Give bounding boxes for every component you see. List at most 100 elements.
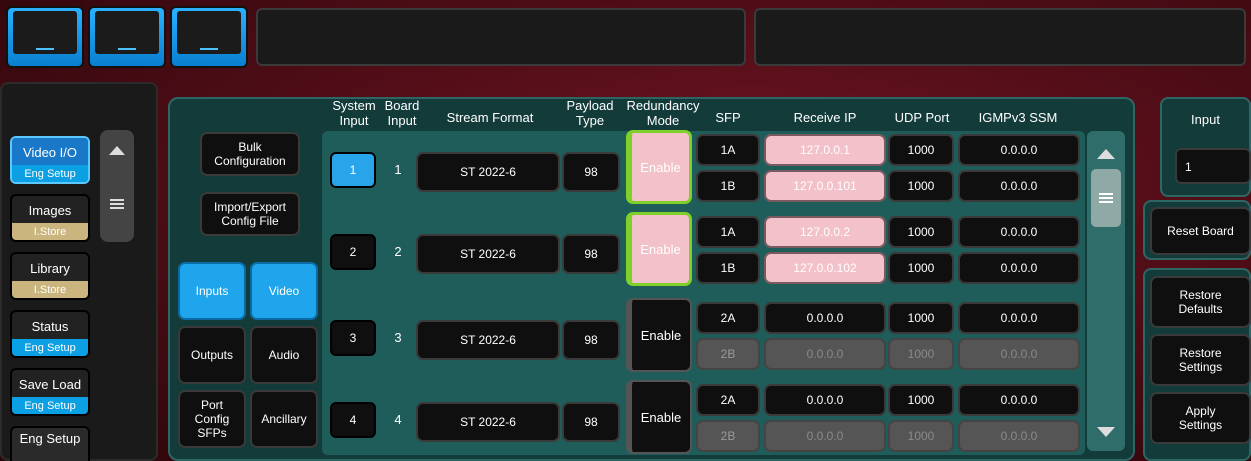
header-payload-type: Payload Type	[566, 98, 614, 128]
restore-defaults-button[interactable]: Restore Defaults	[1150, 276, 1251, 328]
payload-type-field[interactable]: 98	[562, 320, 620, 360]
thumbnail-indicator-line	[36, 48, 54, 50]
tab-ancillary[interactable]: Ancillary	[250, 390, 318, 448]
payload-type-field[interactable]: 98	[562, 402, 620, 442]
udp-port-field[interactable]: 1000	[888, 338, 954, 370]
udp-port-field[interactable]: 1000	[888, 420, 954, 452]
receive-ip-field[interactable]: 0.0.0.0	[764, 384, 886, 416]
nav-item-2[interactable]: Library I.Store	[10, 252, 90, 300]
system-input-button[interactable]: 1	[330, 152, 376, 188]
sfp-label: 1A	[696, 134, 760, 166]
top-thumbnail-button-3[interactable]	[170, 6, 248, 68]
thumbnail-indicator-line	[200, 48, 218, 50]
udp-port-field[interactable]: 1000	[888, 384, 954, 416]
udp-port-field[interactable]: 1000	[888, 216, 954, 248]
igmpv3-ssm-field[interactable]: 0.0.0.0	[958, 302, 1080, 334]
top-thumbnail-button-2[interactable]	[88, 6, 166, 68]
nav-item-label: Images	[28, 202, 72, 218]
nav-item-sublabel: Eng Setup	[12, 397, 88, 414]
stream-format-field[interactable]: ST 2022-6	[416, 152, 560, 192]
receive-ip-field[interactable]: 127.0.0.1	[764, 134, 886, 166]
receive-ip-field[interactable]: 0.0.0.0	[764, 420, 886, 452]
top-status-box-left	[256, 8, 746, 66]
bulk-configuration-button[interactable]: Bulk Configuration	[200, 132, 300, 176]
sfp-label: 1B	[696, 170, 760, 202]
board-input-value: 2	[394, 244, 402, 259]
nav-scroll-handle-icon[interactable]	[100, 190, 134, 218]
nav-item-label: Save Load	[18, 376, 82, 392]
import-export-config-button[interactable]: Import/Export Config File	[200, 192, 300, 236]
igmpv3-ssm-field[interactable]: 0.0.0.0	[958, 216, 1080, 248]
header-receive-ip: Receive IP	[793, 110, 857, 125]
nav-item-sublabel: I.Store	[12, 281, 88, 298]
igmpv3-ssm-field[interactable]: 0.0.0.0	[958, 252, 1080, 284]
stream-format-field[interactable]: ST 2022-6	[416, 402, 560, 442]
nav-item-label: Eng Setup	[12, 428, 88, 461]
apply-settings-button[interactable]: Apply Settings	[1150, 392, 1251, 444]
nav-scroll-up-icon[interactable]	[100, 136, 134, 164]
restore-settings-button[interactable]: Restore Settings	[1150, 334, 1251, 386]
nav-item-4[interactable]: Save Load Eng Setup	[10, 368, 90, 416]
receive-ip-field[interactable]: 127.0.0.2	[764, 216, 886, 248]
system-input-button[interactable]: 3	[330, 320, 376, 356]
redundancy-mode-toggle[interactable]: Enable	[626, 380, 692, 454]
table-scroll-up-icon[interactable]	[1087, 137, 1125, 171]
payload-type-field[interactable]: 98	[562, 152, 620, 192]
igmpv3-ssm-field[interactable]: 0.0.0.0	[958, 384, 1080, 416]
igmpv3-ssm-field[interactable]: 0.0.0.0	[958, 170, 1080, 202]
board-input-value: 4	[394, 412, 402, 427]
tab-port-config-sfps[interactable]: Port Config SFPs	[178, 390, 246, 448]
header-udp-port: UDP Port	[894, 110, 950, 125]
nav-scrollbar[interactable]	[100, 130, 134, 242]
tab-outputs[interactable]: Outputs	[178, 326, 246, 384]
nav-item-1[interactable]: Images I.Store	[10, 194, 90, 242]
nav-item-sublabel: Eng Setup	[12, 339, 88, 356]
top-thumbnail-button-1[interactable]	[6, 6, 84, 68]
nav-item-0[interactable]: Video I/O Eng Setup	[10, 136, 90, 184]
receive-ip-field[interactable]: 0.0.0.0	[764, 302, 886, 334]
nav-item-sublabel: Eng Setup	[12, 165, 88, 182]
udp-port-field[interactable]: 1000	[888, 170, 954, 202]
receive-ip-field[interactable]: 0.0.0.0	[764, 338, 886, 370]
udp-port-field[interactable]: 1000	[888, 252, 954, 284]
tab-video[interactable]: Video	[250, 262, 318, 320]
stream-format-field[interactable]: ST 2022-6	[416, 234, 560, 274]
sfp-label: 1A	[696, 216, 760, 248]
table-scroll-thumb[interactable]	[1091, 169, 1121, 227]
board-input-value: 1	[394, 162, 402, 177]
header-igmpv3-ssm: IGMPv3 SSM	[978, 110, 1058, 125]
system-input-button[interactable]: 2	[330, 234, 376, 270]
header-stream-format: Stream Format	[446, 110, 534, 125]
nav-item-sublabel: I.Store	[12, 223, 88, 240]
igmpv3-ssm-field[interactable]: 0.0.0.0	[958, 134, 1080, 166]
header-system-input: System Input	[332, 98, 376, 128]
receive-ip-field[interactable]: 127.0.0.101	[764, 170, 886, 202]
nav-item-label: Status	[31, 318, 69, 334]
nav-item-5[interactable]: Eng Setup	[10, 426, 90, 461]
input-value-field[interactable]: 1	[1175, 148, 1251, 184]
tab-inputs[interactable]: Inputs	[178, 262, 246, 320]
thumbnail-indicator-line	[118, 48, 136, 50]
udp-port-field[interactable]: 1000	[888, 302, 954, 334]
stream-format-field[interactable]: ST 2022-6	[416, 320, 560, 360]
redundancy-mode-toggle[interactable]: Enable	[626, 298, 692, 372]
sfp-label: 2A	[696, 384, 760, 416]
table-scrollbar[interactable]	[1087, 131, 1125, 451]
system-input-button[interactable]: 4	[330, 402, 376, 438]
receive-ip-field[interactable]: 127.0.0.102	[764, 252, 886, 284]
udp-port-field[interactable]: 1000	[888, 134, 954, 166]
sfp-label: 2B	[696, 420, 760, 452]
igmpv3-ssm-field[interactable]: 0.0.0.0	[958, 420, 1080, 452]
redundancy-mode-toggle[interactable]: Enable	[626, 212, 692, 286]
reset-board-button[interactable]: Reset Board	[1150, 207, 1251, 255]
board-input-value: 3	[394, 330, 402, 345]
table-scroll-down-icon[interactable]	[1087, 415, 1125, 449]
redundancy-mode-toggle[interactable]: Enable	[626, 130, 692, 204]
sfp-label: 1B	[696, 252, 760, 284]
header-sfp: SFP	[715, 110, 741, 125]
igmpv3-ssm-field[interactable]: 0.0.0.0	[958, 338, 1080, 370]
nav-item-3[interactable]: Status Eng Setup	[10, 310, 90, 358]
payload-type-field[interactable]: 98	[562, 234, 620, 274]
tab-audio[interactable]: Audio	[250, 326, 318, 384]
header-redundancy-mode: Redundancy Mode	[626, 98, 700, 128]
